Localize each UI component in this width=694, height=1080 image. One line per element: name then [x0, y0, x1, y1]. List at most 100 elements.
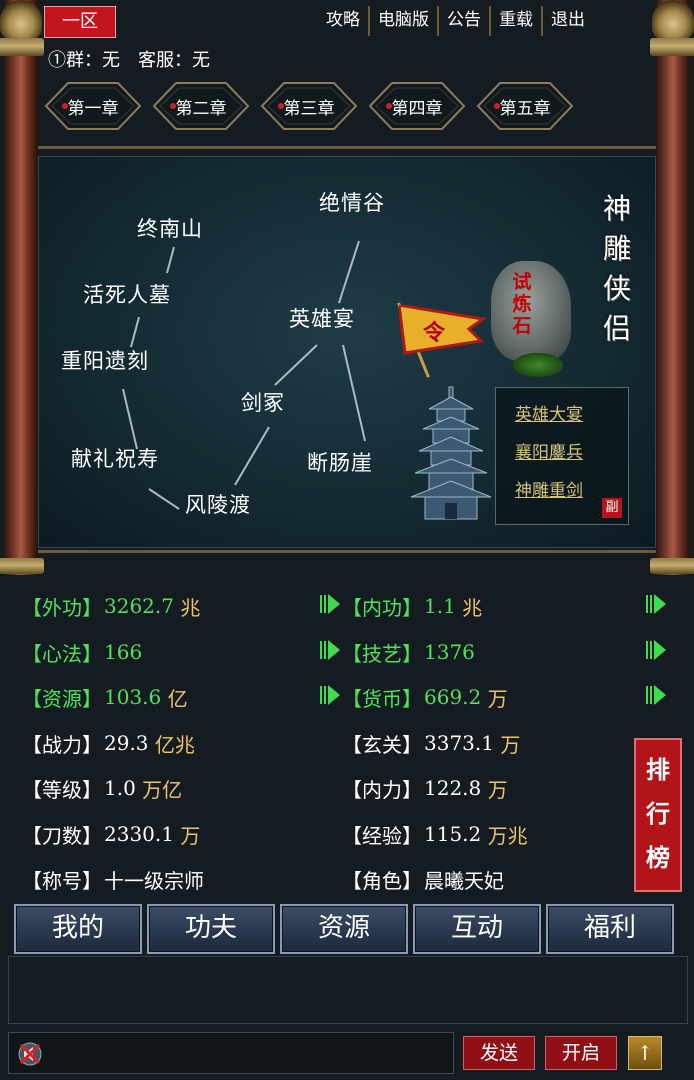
stat-dengji: 【等级】 1.0 万亿 [22, 773, 182, 803]
play-arrow-icon[interactable] [646, 639, 666, 661]
stone-text: 试 炼 石 [509, 271, 535, 337]
map-title-char: 侣 [602, 312, 631, 345]
command-flag-icon[interactable]: 令 [397, 303, 487, 357]
event-link-xiangyangaobing[interactable]: 襄阳鏖兵 [515, 438, 628, 464]
stat-jingyan: 【经验】 115.2 万兆 [342, 819, 528, 849]
place-yingxiongyan[interactable]: 英雄宴 [289, 303, 355, 333]
grass-decoration [513, 353, 563, 377]
stat-key: 【心法】 [22, 641, 102, 666]
map-title-char: 雕 [602, 232, 631, 265]
pagoda-icon[interactable] [409, 385, 499, 525]
stat-huobi: 【货币】 669.2 万 [342, 682, 508, 712]
send-button[interactable]: 发送 [463, 1036, 535, 1070]
stat-key: 【经验】 [342, 823, 422, 848]
nav-pc-version[interactable]: 电脑版 [368, 6, 437, 36]
scroll-up-button[interactable]: ↑ [628, 1036, 662, 1070]
place-jueqinggu[interactable]: 绝情谷 [319, 187, 385, 217]
play-arrow-icon[interactable] [646, 684, 666, 706]
stat-value: 3373.1 [424, 731, 494, 755]
stat-value: 2330.1 [104, 822, 174, 846]
leaderboard-button[interactable]: 排 行 榜 [634, 738, 682, 892]
stat-value: 115.2 [424, 822, 482, 846]
stat-unit: 兆 [462, 595, 483, 620]
pillar-cap [650, 38, 694, 56]
stat-value: 1376 [424, 640, 475, 664]
chat-input[interactable] [8, 1032, 454, 1074]
place-huosirenmu[interactable]: 活死人墓 [83, 279, 171, 309]
mute-icon[interactable] [17, 1041, 43, 1067]
top-nav: 攻略 电脑版 公告 重载 退出 [318, 6, 593, 36]
story-map: 神 雕 侠 侣 绝情谷 终南山 活死人墓 英雄宴 重阳遗刻 剑冢 献礼祝寿 断肠… [38, 156, 656, 548]
stat-value: 103.6 [104, 685, 162, 709]
rank-char: 行 [646, 799, 670, 828]
place-xianlizhushou[interactable]: 献礼祝寿 [71, 443, 159, 473]
stat-key: 【刀数】 [22, 823, 102, 848]
play-arrow-icon[interactable] [320, 593, 340, 615]
stat-key: 【称号】 [22, 868, 102, 893]
chapter-3-button[interactable]: 第三章 [260, 80, 358, 132]
place-zhongnanshan[interactable]: 终南山 [137, 213, 203, 243]
nav-logout[interactable]: 退出 [541, 6, 593, 36]
stat-key: 【货币】 [342, 686, 422, 711]
pillar-base [650, 558, 694, 574]
play-arrow-icon[interactable] [320, 639, 340, 661]
stat-unit: 亿 [167, 686, 188, 711]
tab-mine[interactable]: 我的 [14, 904, 142, 954]
place-fenglingdu[interactable]: 风陵渡 [185, 489, 251, 519]
stat-key: 【内功】 [342, 595, 422, 620]
chat-log[interactable] [8, 956, 688, 1024]
stone-char: 炼 [512, 293, 532, 315]
place-chongyangyike[interactable]: 重阳遗刻 [61, 345, 149, 375]
chapter-label: 第二章 [175, 98, 227, 119]
nav-announcement[interactable]: 公告 [437, 6, 489, 36]
stat-unit: 万 [487, 686, 508, 711]
trial-stone-icon[interactable]: 试 炼 石 [491, 261, 571, 361]
service-label: 客服：无 [138, 50, 210, 71]
stat-key: 【战力】 [22, 732, 102, 757]
open-button[interactable]: 开启 [545, 1036, 617, 1070]
stat-value: 十一级宗师 [104, 868, 204, 893]
stat-value: 669.2 [424, 685, 482, 709]
place-jianzhong[interactable]: 剑冢 [241, 387, 285, 417]
play-arrow-icon[interactable] [646, 593, 666, 615]
map-title: 神 雕 侠 侣 [597, 189, 637, 349]
place-duanchangya[interactable]: 断肠崖 [307, 447, 373, 477]
pillar-base [0, 558, 44, 574]
stat-value: 1.1 [424, 594, 456, 618]
stat-key: 【玄关】 [342, 732, 422, 757]
events-panel: 英雄大宴 襄阳鏖兵 神雕重剑 副 [495, 387, 629, 525]
chapter-label: 第五章 [499, 98, 551, 119]
chapter-2-button[interactable]: 第二章 [152, 80, 250, 132]
stat-daoshu: 【刀数】 2330.1 万 [22, 819, 200, 849]
map-title-char: 神 [602, 192, 631, 225]
stat-key: 【等级】 [22, 777, 102, 802]
right-pillar [650, 0, 694, 575]
stat-unit: 万 [500, 732, 521, 757]
stat-value: 122.8 [424, 776, 482, 800]
left-pillar [0, 0, 44, 575]
map-divider [38, 550, 656, 553]
chapter-5-button[interactable]: 第五章 [476, 80, 574, 132]
event-link-yingxiongdayan[interactable]: 英雄大宴 [515, 400, 628, 426]
chapter-4-button[interactable]: 第四章 [368, 80, 466, 132]
nav-guide[interactable]: 攻略 [318, 6, 368, 36]
stat-key: 【外功】 [22, 595, 102, 620]
chapter-tabs: 第一章 第二章 第三章 第四章 第五章 [44, 80, 574, 132]
nav-reload[interactable]: 重载 [489, 6, 541, 36]
tab-resources[interactable]: 资源 [280, 904, 408, 954]
tab-kungfu[interactable]: 功夫 [147, 904, 275, 954]
play-arrow-icon[interactable] [320, 684, 340, 706]
zone-button[interactable]: 一区 [44, 6, 116, 38]
chapter-1-button[interactable]: 第一章 [44, 80, 142, 132]
header-divider [38, 146, 656, 149]
group-label: ①群：无 [48, 50, 120, 71]
tab-welfare[interactable]: 福利 [546, 904, 674, 954]
dungeon-badge[interactable]: 副 [602, 498, 622, 518]
stat-key: 【角色】 [342, 868, 422, 893]
chapter-label: 第四章 [391, 98, 443, 119]
stat-neigong: 【内功】 1.1 兆 [342, 591, 482, 621]
tab-interact[interactable]: 互动 [413, 904, 541, 954]
chapter-label: 第一章 [67, 98, 119, 119]
stat-key: 【内力】 [342, 777, 422, 802]
game-frame: 一区 攻略 电脑版 公告 重载 退出 ①群：无 客服：无 第一章 第二章 第三章 … [0, 0, 694, 1080]
